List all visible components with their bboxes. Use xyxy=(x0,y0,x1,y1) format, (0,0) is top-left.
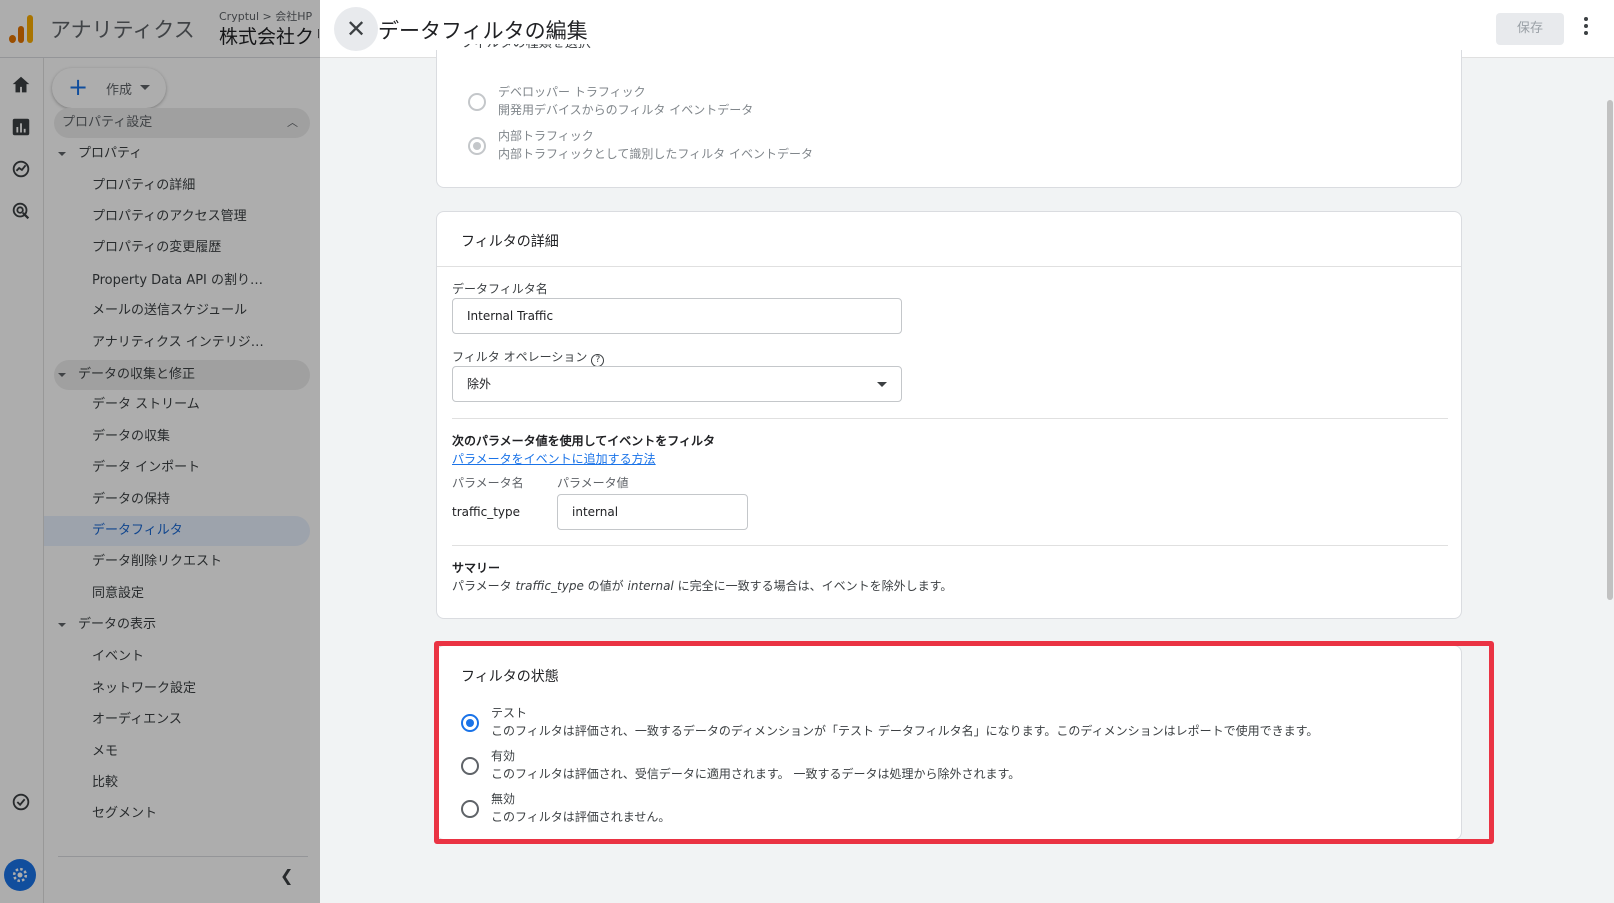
parameter-name: traffic_type xyxy=(452,505,520,519)
panel-scrollbar[interactable] xyxy=(1606,58,1614,903)
summary-heading: サマリー xyxy=(452,561,501,575)
filter-details-card: フィルタの詳細 データフィルタ名 Internal Traffic フィルタ オ… xyxy=(436,211,1462,619)
dropdown-value: 除外 xyxy=(467,377,492,391)
parameter-value-label: パラメータ値 xyxy=(557,476,629,490)
close-icon[interactable]: ✕ xyxy=(334,7,378,51)
card-title: フィルタの詳細 xyxy=(461,234,559,250)
parameter-help-link[interactable]: パラメータをイベントに追加する方法 xyxy=(452,450,656,467)
save-button[interactable]: 保存 xyxy=(1496,13,1564,45)
more-vert-icon[interactable] xyxy=(1583,17,1589,37)
panel-title: データフィルタの編集 xyxy=(378,19,588,43)
summary-text: パラメータ traffic_type の値が internal に完全に一致する… xyxy=(452,579,953,593)
filter-name-label: データフィルタ名 xyxy=(452,282,548,296)
option-desc: 内部トラフィックとして識別したフィルタ イベントデータ xyxy=(498,147,813,161)
dropdown-arrow-icon xyxy=(877,382,887,387)
parameter-heading: 次のパラメータ値を使用してイベントをフィルタ xyxy=(452,434,716,448)
option-title: 内部トラフィック xyxy=(498,129,594,143)
filter-name-input[interactable]: Internal Traffic xyxy=(452,298,902,334)
parameter-value-input[interactable]: internal xyxy=(557,494,748,530)
modal-scrim[interactable] xyxy=(0,0,320,903)
parameter-name-label: パラメータ名 xyxy=(452,476,524,490)
filter-operation-label: フィルタ オペレーション? xyxy=(452,348,605,367)
filter-type-card: フィルタの種類を選択 デベロッパー トラフィック 開発用デバイスからのフィルタ … xyxy=(436,44,1462,188)
radio-internal-traffic[interactable] xyxy=(468,137,486,155)
filter-operation-dropdown[interactable]: 除外 xyxy=(452,366,902,402)
divider xyxy=(452,418,1448,419)
option-title: デベロッパー トラフィック xyxy=(498,85,646,99)
filter-type-heading: フィルタの種類を選択 xyxy=(461,44,591,54)
option-desc: 開発用デバイスからのフィルタ イベントデータ xyxy=(498,103,754,117)
radio-developer-traffic[interactable] xyxy=(468,93,486,111)
divider xyxy=(452,545,1448,546)
card-header: フィルタの詳細 xyxy=(437,212,1461,267)
highlight-annotation-box xyxy=(434,641,1494,844)
scrollbar-thumb[interactable] xyxy=(1607,100,1613,600)
